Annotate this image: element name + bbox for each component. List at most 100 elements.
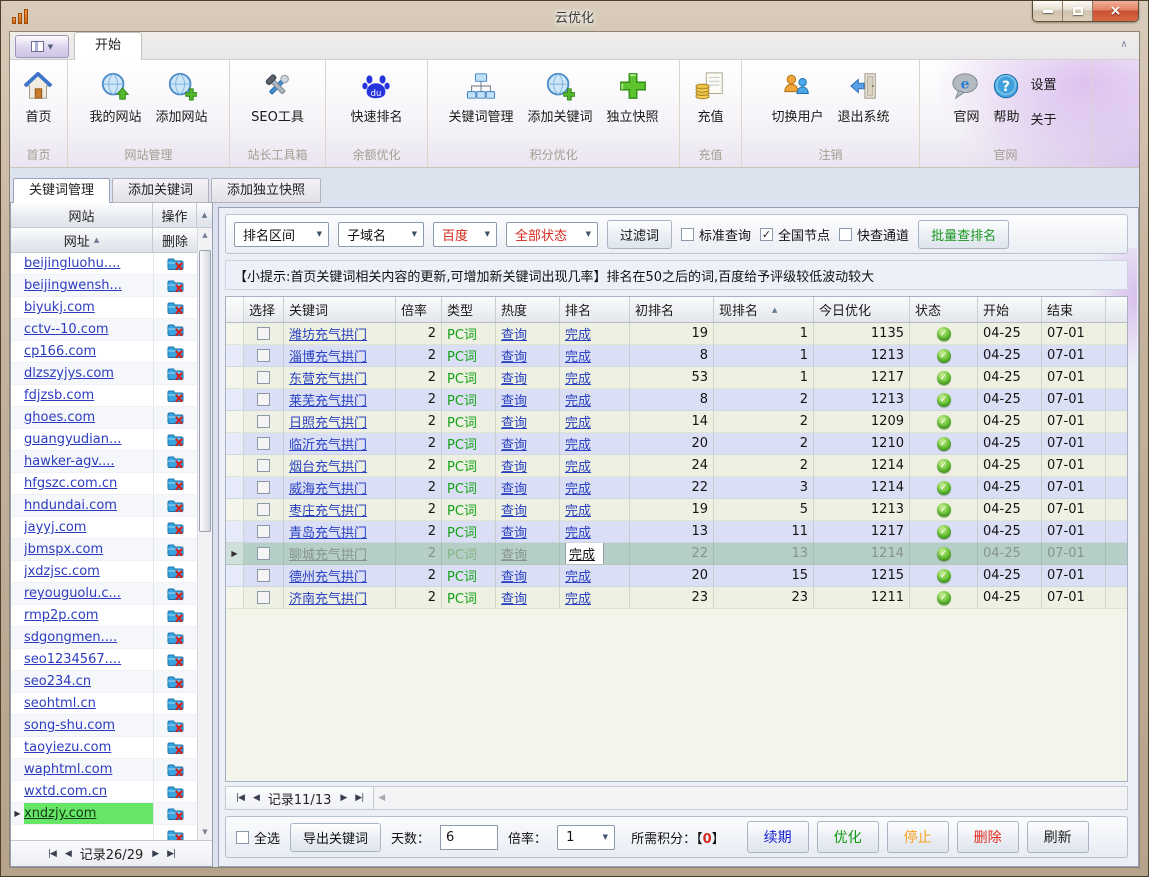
tab-add-keyword[interactable]: 添加关键词 [112,178,209,203]
cell-link[interactable]: 临沂充气拱门 [289,434,367,453]
ribbon-button[interactable]: 关键词管理 [441,64,520,126]
site-link[interactable]: hndundai.com [24,498,117,513]
cell-link[interactable]: 完成 [565,390,591,409]
scroll-left-icon[interactable]: ◀ [378,793,384,803]
col-header-action[interactable]: 操作 [153,203,197,228]
cell-link[interactable]: 济南充气拱门 [289,588,367,607]
maximize-button-icon[interactable] [1063,1,1093,21]
row-checkbox[interactable] [257,349,270,362]
delete-site-icon[interactable] [153,429,197,450]
col-header[interactable]: 初排名 [630,297,714,322]
delete-site-icon[interactable] [153,341,197,362]
site-link[interactable]: song-shu.com [24,718,115,733]
ribbon-button[interactable]: 切换用户 [764,64,830,126]
delete-site-icon[interactable] [153,583,197,604]
ribbon-button[interactable]: 我的网站 [82,64,148,126]
col-header-site[interactable]: 网站 [11,203,153,228]
minimize-button-icon[interactable] [1033,1,1063,21]
cell-link[interactable]: 查询 [501,522,527,541]
delete-site-icon[interactable] [153,407,197,428]
col-header[interactable]: 选择 [244,297,284,322]
site-link[interactable]: guangyudian... [24,432,121,447]
delete-site-icon[interactable] [153,759,197,780]
row-checkbox[interactable] [257,459,270,472]
cell-link[interactable]: 查询 [501,456,527,475]
cell-link[interactable]: 青岛充气拱门 [289,522,367,541]
site-link[interactable]: beijingluohu.... [24,256,120,271]
ribbon-button[interactable]: SEO工具 [244,64,311,126]
app-menu-button[interactable]: ▼ [15,35,69,58]
delete-site-icon[interactable] [153,275,197,296]
delete-site-icon[interactable] [153,297,197,318]
cell-link[interactable]: 完成 [565,324,591,343]
delete-site-icon[interactable] [153,737,197,758]
delete-site-icon[interactable] [153,693,197,714]
scroll-up-icon[interactable]: ▲ [197,203,212,228]
horizontal-scrollbar[interactable]: ◀ [374,787,1127,809]
site-link[interactable]: rmp2p.com [24,608,98,623]
cell-link[interactable]: 完成 [565,522,591,541]
tab-start[interactable]: 开始 [74,32,142,60]
col-header[interactable]: 排名 [560,297,630,322]
row-checkbox[interactable] [257,481,270,494]
checkbox-icon[interactable] [681,228,694,241]
refresh-button[interactable]: 刷新 [1027,821,1089,853]
col-header-url[interactable]: 网址 ▲ [11,228,153,253]
rate-select[interactable]: 1 ▼ [557,825,615,850]
ribbon-small-button[interactable]: 设置 [1031,74,1057,93]
select-all-checkbox[interactable]: 全选 [236,828,280,847]
delete-site-icon[interactable] [153,253,197,274]
cell-link[interactable]: 完成 [565,434,591,453]
row-checkbox[interactable] [257,393,270,406]
ribbon-button[interactable]: 充值 [690,64,730,126]
optimize-button[interactable]: 优化 [817,821,879,853]
filter-checkbox[interactable]: 快查通道 [839,225,909,244]
row-checkbox[interactable] [257,415,270,428]
pager-next-icon[interactable]: ▶ [152,849,158,859]
delete-button[interactable]: 删除 [957,821,1019,853]
cell-link[interactable]: 枣庄充气拱门 [289,500,367,519]
pager-last-icon[interactable]: ▶| [167,849,175,859]
scroll-down-icon[interactable]: ▼ [198,825,212,840]
pager-first-icon[interactable]: |◀ [48,849,56,859]
cell-link[interactable]: 淄博充气拱门 [289,346,367,365]
cell-link[interactable]: 查询 [501,478,527,497]
cell-link[interactable]: 查询 [501,566,527,585]
delete-site-icon[interactable] [153,517,197,538]
ribbon-button[interactable]: 添加网站 [149,64,215,126]
delete-site-icon[interactable] [153,319,197,340]
delete-site-icon[interactable] [153,781,197,802]
ribbon-button[interactable]: ?帮助 [986,64,1026,126]
col-header[interactable]: 倍率 [396,297,442,322]
site-link[interactable]: seohtml.cn [24,696,96,711]
cell-link[interactable]: 烟台充气拱门 [289,456,367,475]
row-checkbox[interactable] [257,327,270,340]
cell-link[interactable]: 威海充气拱门 [289,478,367,497]
cell-link[interactable]: 完成 [565,500,591,519]
titlebar[interactable]: 云优化 × [1,1,1148,31]
scroll-up-icon[interactable]: ▲ [198,228,212,243]
col-header[interactable]: 状态 [910,297,978,322]
col-header[interactable]: 现排名▲ [714,297,814,322]
cell-link[interactable]: 完成 [565,368,591,387]
delete-site-icon[interactable] [153,605,197,626]
ribbon-button[interactable]: 首页 [18,64,58,126]
checkbox-icon[interactable] [236,831,249,844]
site-link[interactable]: hfgszc.com.cn [24,476,117,491]
site-link[interactable]: sdgongmen.... [24,630,117,645]
delete-site-icon[interactable] [153,385,197,406]
cell-link[interactable]: 完成 [565,456,591,475]
filter-checkbox[interactable]: ✓全国节点 [760,225,830,244]
site-link[interactable]: beijingwensh... [24,278,122,293]
site-link[interactable]: jbmspx.com [24,542,103,557]
cell-link[interactable]: 完成 [565,412,591,431]
pager-prev-icon[interactable]: ◀ [65,849,71,859]
site-link[interactable]: reyouguolu.c... [24,586,121,601]
site-link[interactable]: jayyj.com [24,520,86,535]
tab-add-snapshot[interactable]: 添加独立快照 [211,178,321,203]
cell-link[interactable]: 查询 [501,500,527,519]
pager-prev-icon[interactable]: ◀ [253,793,259,803]
row-checkbox[interactable] [257,371,270,384]
pager-next-icon[interactable]: ▶ [340,793,346,803]
pager-first-icon[interactable]: |◀ [236,793,244,803]
